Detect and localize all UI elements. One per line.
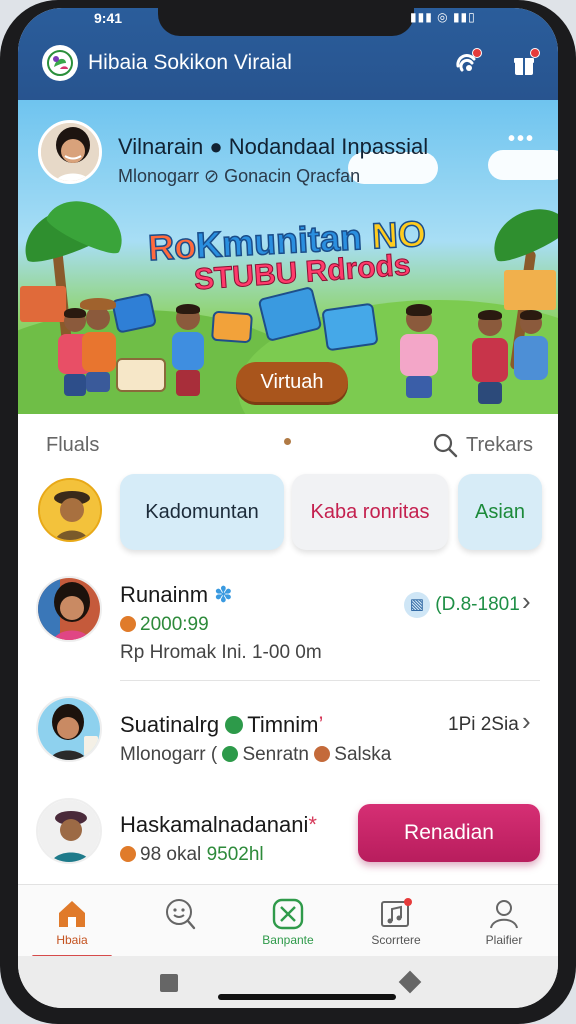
- renadian-button[interactable]: Renadian: [358, 804, 540, 862]
- banner-name: Vilnarain ● Nodandaal Inpassial: [118, 134, 429, 159]
- close-box-icon: [272, 898, 304, 930]
- tag-icon: [314, 746, 331, 762]
- avatar: [36, 576, 102, 642]
- verified-icon: [225, 716, 244, 734]
- toy-card: [321, 302, 379, 352]
- divider: [120, 680, 540, 681]
- nav-item-profile[interactable]: Plaifier: [450, 885, 558, 957]
- book-icon: ▧: [404, 592, 430, 618]
- cloud: [488, 150, 558, 180]
- list-item-detail: Rp Hromak Ini. 1-00 0m: [120, 642, 322, 663]
- house: [504, 270, 556, 310]
- home-icon: [59, 901, 85, 927]
- search-icon[interactable]: [432, 432, 458, 458]
- bell-sync-icon[interactable]: [450, 48, 482, 80]
- nav-item-chat[interactable]: [126, 885, 234, 957]
- nav-item-scorrtere[interactable]: Scorrtere: [342, 885, 450, 957]
- toy-box: [211, 310, 253, 344]
- leaf-icon: [222, 746, 239, 762]
- promo-banner[interactable]: Vilnarain ● Nodandaal Inpassial Mlonogar…: [18, 100, 558, 414]
- nav-label: Plaifier: [485, 933, 523, 947]
- list-item-title: Suatinalrg Timnim’: [120, 712, 324, 737]
- system-navigation-bar: [18, 956, 558, 1008]
- banner-subtitle: Mlonogarr ⊘ Gonacin Qracfan: [118, 166, 361, 186]
- app-bar: 9:41 ▮▮▮ ◎ ▮▮▯ Hibaia Sokikon Viraial: [18, 8, 558, 100]
- gift-icon[interactable]: [508, 48, 540, 80]
- coin-icon: [120, 616, 136, 632]
- pager-dot: [284, 438, 291, 445]
- avatar: [36, 696, 102, 762]
- bottom-navigation: Hbaia Banpante Scorrtere Plaifier: [18, 884, 558, 958]
- list-item-title: Haskamalnadanani*: [120, 812, 317, 837]
- nav-item-banpante[interactable]: Banpante: [234, 885, 342, 957]
- house: [20, 286, 66, 322]
- leaf-logo-icon[interactable]: [42, 45, 78, 81]
- camera-notch: [158, 8, 414, 36]
- virtual-button[interactable]: Virtuah: [236, 362, 348, 402]
- person-icon: [490, 900, 518, 929]
- list-item-meta: ▧ (D.8-1801: [404, 592, 520, 618]
- app-title: Hibaia Sokikon Viraial: [88, 51, 292, 74]
- list-item-title: Runainm ✽: [120, 582, 233, 607]
- avatar: [36, 798, 102, 864]
- toy-box: [116, 358, 166, 392]
- category-chip[interactable]: Kadomuntan: [120, 474, 284, 550]
- screen: 9:41 ▮▮▮ ◎ ▮▮▯ Hibaia Sokikon Viraial Vi…: [18, 8, 558, 1008]
- avatar[interactable]: [38, 478, 102, 542]
- home-indicator[interactable]: [218, 994, 396, 1000]
- list-item-meta: 1Pi 2Sia: [448, 714, 519, 735]
- list-item-subtitle: Mlonogarr ( Senratn Salska: [120, 744, 392, 765]
- status-time: 9:41: [94, 10, 123, 26]
- more-options-icon[interactable]: •••: [508, 128, 535, 151]
- status-icons: ▮▮▮ ◎ ▮▮▯: [410, 10, 476, 24]
- section-title-right[interactable]: Trekars: [466, 434, 533, 457]
- notification-badge: [530, 48, 540, 58]
- coin-icon: [120, 846, 136, 862]
- nav-label: Banpante: [262, 933, 314, 947]
- nav-label: Hbaia: [56, 933, 88, 947]
- section-title-left[interactable]: Fluals: [46, 434, 99, 457]
- phone-frame: 9:41 ▮▮▮ ◎ ▮▮▯ Hibaia Sokikon Viraial Vi…: [0, 0, 576, 1024]
- list-item-subtitle: 2000:99: [120, 614, 209, 636]
- back-icon[interactable]: [398, 970, 422, 994]
- nav-item-home[interactable]: Hbaia: [18, 885, 126, 958]
- category-chip[interactable]: Asian: [458, 474, 542, 550]
- palm-leaf: [483, 196, 558, 268]
- recents-icon[interactable]: [160, 974, 178, 992]
- music-note-icon: [381, 898, 412, 927]
- chevron-right-icon[interactable]: ›: [522, 586, 531, 617]
- chevron-right-icon[interactable]: ›: [522, 706, 531, 737]
- category-chip[interactable]: Kaba ronritas: [292, 474, 448, 550]
- banner-avatar[interactable]: [38, 120, 102, 184]
- notification-badge: [472, 48, 482, 58]
- chat-search-icon: [166, 899, 196, 930]
- nav-label: Scorrtere: [371, 933, 421, 947]
- list-item-subtitle: 98 okal 9502hl: [120, 844, 264, 866]
